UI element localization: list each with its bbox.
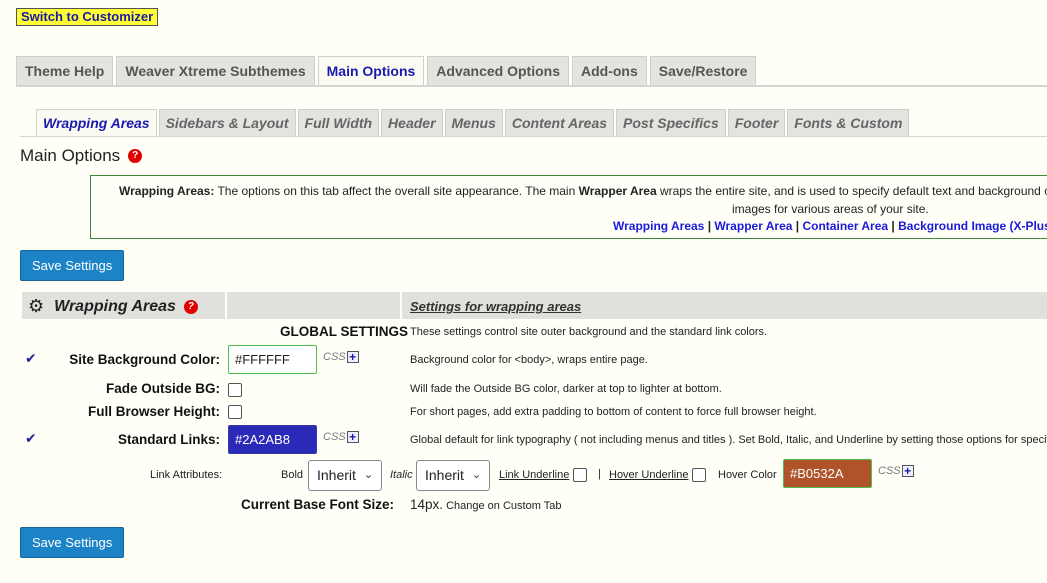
base-font-size-value: 14px. [410,497,444,512]
plus-icon[interactable]: + [901,465,914,477]
italic-select-value: Inherit [425,467,464,483]
chevron-down-icon: ⌄ [363,469,374,481]
site-bg-label: Site Background Color: [69,352,220,367]
chevron-down-icon: ⌄ [471,469,482,481]
css-label: CSS [323,351,346,363]
gear-icon: ⚙ [28,296,45,316]
tab-add-ons[interactable]: Add-ons [571,56,647,85]
subtab-menus[interactable]: Menus [444,109,503,136]
link-container-area[interactable]: Container Area [802,219,888,233]
save-settings-button-top[interactable]: Save Settings [20,250,125,281]
link-underline-label: Link Underline [499,469,570,481]
help-icon[interactable]: ? [183,299,198,314]
full-browser-height-label: Full Browser Height: [87,404,220,419]
site-bg-color-input[interactable]: #FFFFFF [228,345,317,374]
hover-color-input[interactable]: #B0532A [783,459,872,488]
subtab-sidebars-layout[interactable]: Sidebars & Layout [158,109,296,136]
info-lead-label: Wrapping Areas: [119,184,215,198]
subtab-content-areas[interactable]: Content Areas [504,109,615,136]
tab-weaver-xtreme-subthemes[interactable]: Weaver Xtreme Subthemes [116,56,315,85]
tab-theme-help[interactable]: Theme Help [16,56,114,85]
standard-links-label: Standard Links: [117,432,220,447]
main-tabs: Theme Help Weaver Xtreme Subthemes Main … [16,56,759,85]
help-icon[interactable]: ? [128,149,143,163]
hover-underline-checkbox[interactable] [692,468,706,482]
page-title: Main Options ? [20,146,143,166]
fade-outside-bg-label: Fade Outside BG: [105,381,220,396]
link-wrapper-area[interactable]: Wrapper Area [714,219,792,233]
info-links: Wrapping Areas | Wrapper Area | Containe… [613,219,1047,233]
info-text2: wraps the entire site, and is used to sp… [656,184,1047,198]
standard-links-css-link[interactable]: CSS + [323,431,359,443]
full-browser-height-checkbox[interactable] [228,405,242,419]
subtab-post-specifics[interactable]: Post Specifics [616,109,726,136]
hover-underline-label: Hover Underline [609,469,689,481]
plus-icon[interactable]: + [346,351,359,363]
standard-links-color-input[interactable]: #2A2AB8 [228,425,317,454]
link-wrapping-areas[interactable]: Wrapping Areas [613,219,704,233]
sub-tabs-divider [20,136,1047,137]
save-settings-button-bottom[interactable]: Save Settings [20,527,125,558]
fade-outside-bg-desc: Will fade the Outside BG color, darker a… [410,383,722,395]
info-box: Wrapping Areas: The options on this tab … [90,175,1047,239]
info-wrapper-label: Wrapper Area [578,184,657,198]
italic-select[interactable]: Inherit ⌄ [416,460,490,491]
tab-advanced-options[interactable]: Advanced Options [427,56,569,85]
settings-heading: Settings for wrapping areas [410,299,582,314]
section-bar-divider [225,292,227,319]
subtab-footer[interactable]: Footer [727,109,786,136]
base-font-size-value-row: 14px. Change on Custom Tab [410,497,561,512]
info-text1: The options on this tab affect the overa… [214,184,579,198]
hover-color-css-link[interactable]: CSS + [878,465,914,477]
fade-outside-bg-checkbox[interactable] [228,383,242,397]
bold-select[interactable]: Inherit ⌄ [308,460,382,491]
subtab-wrapping-areas[interactable]: Wrapping Areas [36,109,157,136]
css-label: CSS [323,431,346,443]
css-label: CSS [878,465,901,477]
subtab-header[interactable]: Header [381,109,443,136]
pipe-separator: | [598,468,601,480]
section-title: ⚙ Wrapping Areas ? [28,296,198,317]
link-separator: | [707,219,712,233]
base-font-size-note: Change on Custom Tab [443,500,562,512]
info-text-line1: Wrapping Areas: The options on this tab … [119,184,1047,198]
plus-icon[interactable]: + [346,431,359,443]
sub-tabs: Wrapping Areas Sidebars & Layout Full Wi… [36,109,911,136]
pin-icon[interactable]: ✔ [25,430,37,447]
link-attributes-label: Link Attributes: [150,469,223,481]
bold-label: Bold [281,469,304,481]
section-title-text: Wrapping Areas [54,297,176,315]
link-background-image[interactable]: Background Image (X-Plus) [898,219,1047,233]
main-tabs-divider [16,85,1047,87]
link-separator: | [891,219,895,233]
switch-to-customizer-button[interactable]: Switch to Customizer [16,8,159,26]
global-settings-desc: These settings control site outer backgr… [410,326,768,338]
link-underline-checkbox[interactable] [573,468,587,482]
full-browser-height-desc: For short pages, add extra padding to bo… [410,406,817,418]
site-bg-desc: Background color for <body>, wraps entir… [410,354,648,366]
pin-icon[interactable]: ✔ [25,350,37,367]
section-bar-divider [400,292,402,319]
link-separator: | [795,219,800,233]
base-font-size-label: Current Base Font Size: [240,497,394,512]
bold-select-value: Inherit [317,467,356,483]
page-title-text: Main Options [20,146,121,165]
tab-main-options[interactable]: Main Options [317,56,425,85]
italic-label: Italic [390,469,413,481]
subtab-fonts-custom[interactable]: Fonts & Custom [787,109,910,136]
hover-color-label: Hover Color [718,469,777,481]
standard-links-desc: Global default for link typography ( not… [410,434,1047,446]
subtab-full-width[interactable]: Full Width [297,109,380,136]
tab-save-restore[interactable]: Save/Restore [649,56,757,85]
site-bg-css-link[interactable]: CSS + [323,351,359,363]
global-settings-heading: GLOBAL SETTINGS [280,324,409,339]
info-text-line2: images for various areas of your site. [732,202,929,216]
